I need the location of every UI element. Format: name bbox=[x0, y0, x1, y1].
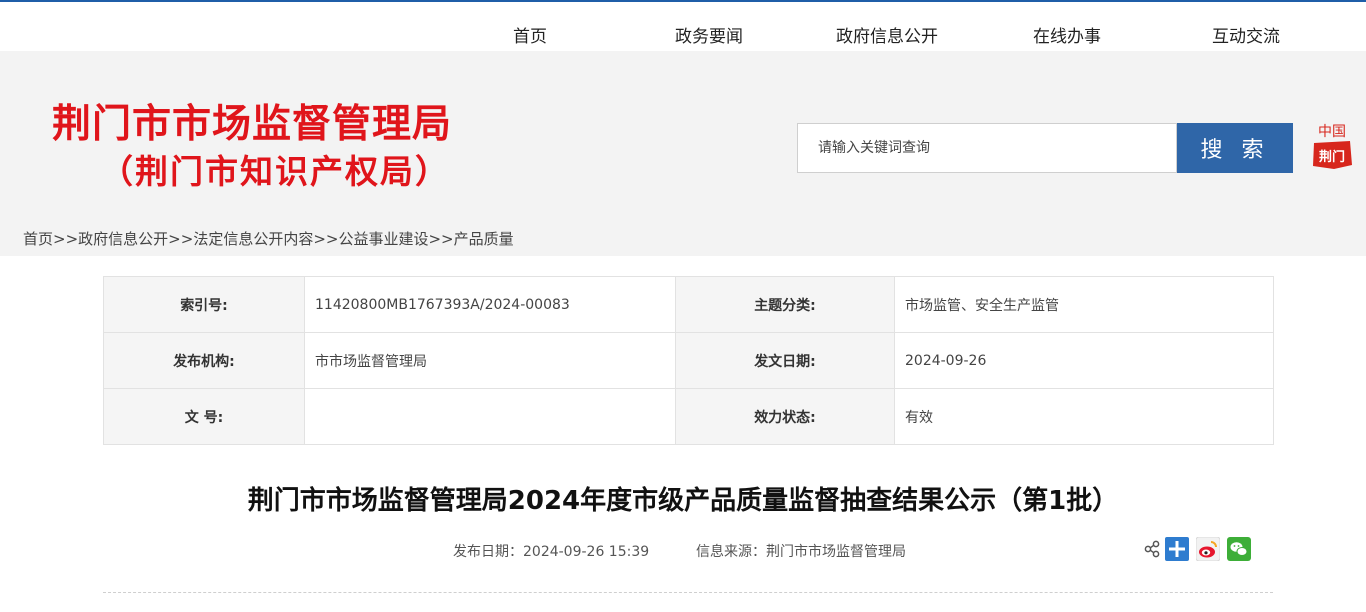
wechat-icon[interactable] bbox=[1227, 537, 1251, 561]
nav-item-government-news[interactable]: 政务要闻 bbox=[675, 22, 743, 47]
nav-item-government-info-disclosure[interactable]: 政府信息公开 bbox=[836, 22, 938, 47]
issue-date-value: 2024-09-26 bbox=[894, 332, 1274, 389]
index-number-label: 索引号: bbox=[103, 276, 305, 333]
article-title: 荆门市市场监督管理局2024年度市级产品质量监督抽查结果公示（第1批） bbox=[247, 486, 1119, 516]
search-input[interactable] bbox=[797, 123, 1177, 173]
breadcrumb-item-info-disclosure[interactable]: 政府信息公开 bbox=[78, 230, 168, 248]
breadcrumb-separator: >> bbox=[428, 230, 454, 248]
site-header: 荆门市市场监督管理局 （荆门市知识产权局） 搜 索 中国 荆门 首页>>政府信息… bbox=[0, 51, 1366, 256]
logo-text-bottom: 荆门 bbox=[1319, 149, 1345, 165]
info-source: 信息来源：荆门市市场监督管理局 bbox=[696, 544, 906, 560]
document-number-value bbox=[304, 388, 676, 445]
breadcrumb: 首页>>政府信息公开>>法定信息公开内容>>公益事业建设>>产品质量 bbox=[23, 228, 514, 249]
publishing-agency-value: 市市场监督管理局 bbox=[304, 332, 676, 389]
breadcrumb-item-home[interactable]: 首页 bbox=[23, 230, 53, 248]
topic-category-label: 主题分类: bbox=[675, 276, 895, 333]
table-row: 文 号: 效力状态: 有效 bbox=[103, 388, 1274, 445]
nav-item-home[interactable]: 首页 bbox=[513, 22, 547, 47]
breadcrumb-item-product-quality[interactable]: 产品质量 bbox=[454, 230, 514, 248]
index-number-value: 11420800MB1767393A/2024-00083 bbox=[304, 276, 676, 333]
breadcrumb-item-statutory-content[interactable]: 法定信息公开内容 bbox=[193, 230, 313, 248]
content-divider bbox=[103, 592, 1273, 593]
plus-icon[interactable] bbox=[1165, 537, 1189, 561]
share-icon[interactable] bbox=[1142, 537, 1162, 561]
publishing-agency-label: 发布机构: bbox=[103, 332, 305, 389]
document-info-table: 索引号: 11420800MB1767393A/2024-00083 主题分类:… bbox=[103, 276, 1274, 445]
table-row: 发布机构: 市市场监督管理局 发文日期: 2024-09-26 bbox=[103, 332, 1274, 389]
nav-item-interaction[interactable]: 互动交流 bbox=[1212, 22, 1280, 47]
table-row: 索引号: 11420800MB1767393A/2024-00083 主题分类:… bbox=[103, 276, 1274, 333]
document-number-label: 文 号: bbox=[103, 388, 305, 445]
top-navigation: 首页 政务要闻 政府信息公开 在线办事 互动交流 bbox=[0, 2, 1366, 51]
site-title[interactable]: 荆门市市场监督管理局 bbox=[52, 103, 452, 147]
nav-item-online-services[interactable]: 在线办事 bbox=[1033, 22, 1101, 47]
weibo-icon[interactable] bbox=[1196, 537, 1220, 561]
breadcrumb-separator: >> bbox=[313, 230, 339, 248]
validity-status-value: 有效 bbox=[894, 388, 1274, 445]
topic-category-value: 市场监管、安全生产监管 bbox=[894, 276, 1274, 333]
breadcrumb-separator: >> bbox=[168, 230, 194, 248]
logo-text-top: 中国 bbox=[1318, 124, 1346, 140]
jingmen-seal-logo[interactable]: 中国 荆门 bbox=[1310, 119, 1354, 171]
site-subtitle: （荆门市知识产权局） bbox=[100, 152, 450, 191]
search-button[interactable]: 搜 索 bbox=[1177, 123, 1293, 173]
validity-status-label: 效力状态: bbox=[675, 388, 895, 445]
publish-date: 发布日期：2024-09-26 15:39 bbox=[453, 544, 650, 560]
breadcrumb-item-public-welfare[interactable]: 公益事业建设 bbox=[338, 230, 428, 248]
issue-date-label: 发文日期: bbox=[675, 332, 895, 389]
breadcrumb-separator: >> bbox=[53, 230, 79, 248]
